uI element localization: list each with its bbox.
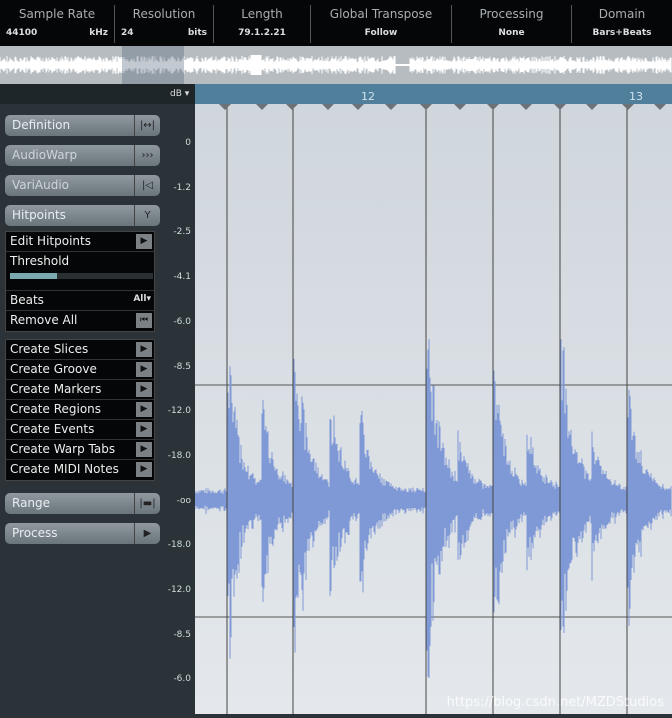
hitpoint-marker[interactable] <box>385 104 397 110</box>
create-action-create-slices[interactable]: Create Slices ▶ <box>6 340 154 360</box>
overview-waveform-graphic <box>0 55 672 75</box>
create-action-create-events[interactable]: Create Events ▶ <box>6 420 154 440</box>
create-action-create-markers[interactable]: Create Markers ▶ <box>6 380 154 400</box>
hitpoint-marker[interactable] <box>256 104 268 110</box>
hitpoint-marker[interactable] <box>352 104 364 110</box>
scale-unit-selector[interactable]: dB ▾ <box>165 84 195 104</box>
audiowarp-icon: ››› <box>134 145 160 166</box>
overview-waveform[interactable] <box>0 46 672 84</box>
threshold-control: Threshold <box>6 252 154 291</box>
play-icon: ▶ <box>136 462 152 477</box>
waveform-trace <box>194 333 672 692</box>
db-tick: -1.2 <box>173 182 191 193</box>
db-tick: -6.0 <box>173 674 191 685</box>
ruler-label: 13 <box>629 90 643 103</box>
play-icon: ▶ <box>136 422 152 437</box>
db-tick: -6.0 <box>173 316 191 327</box>
hitpoints-section-button[interactable]: Hitpoints Y <box>5 205 160 226</box>
info-bar: Sample Rate 44100 kHz Resolution 24 bits Len… <box>0 0 672 46</box>
create-actions-panel: Create Slices ▶ Create Groove ▶ Create Marke… <box>5 339 155 481</box>
remove-all-button[interactable]: Remove All ⏮ <box>6 311 154 331</box>
db-tick: -18.0 <box>167 450 191 461</box>
definition-icon: |↔| <box>134 115 160 136</box>
hitpoint-marker[interactable] <box>322 104 334 110</box>
variaudio-icon: |◁ <box>134 175 160 196</box>
overview-trace <box>0 55 672 75</box>
db-tick: -4.1 <box>173 272 191 283</box>
db-tick: -2.5 <box>173 227 191 238</box>
hitpoint-marker[interactable] <box>520 104 532 110</box>
watermark: https://blog.csdn.net/MZDStudios <box>446 695 664 710</box>
domain-field[interactable]: Domain Bars+Beats <box>572 5 672 43</box>
process-section-button[interactable]: Process ▶ <box>5 523 160 544</box>
play-icon: ▶ <box>136 342 152 357</box>
rewind-icon: ⏮ <box>136 313 152 328</box>
hitpoint-marker[interactable] <box>219 104 231 110</box>
db-tick: -oo <box>176 495 191 506</box>
processing-field[interactable]: Processing None <box>452 5 572 43</box>
audiowarp-section-button[interactable]: AudioWarp ››› <box>5 145 160 166</box>
range-icon: |▬| <box>134 493 160 514</box>
db-tick: -8.5 <box>173 361 191 372</box>
create-action-create-midi-notes[interactable]: Create MIDI Notes ▶ <box>6 460 154 480</box>
hitpoints-panel: Edit Hitpoints ▶ Threshold Beats All▾ Remo… <box>5 231 155 332</box>
hitpoint-marker[interactable] <box>420 104 432 110</box>
play-icon: ▶ <box>136 382 152 397</box>
cursor-icon: ▶ <box>136 234 152 249</box>
hitpoints-icon: Y <box>134 205 160 226</box>
sample-rate-field[interactable]: Sample Rate 44100 kHz <box>0 5 115 43</box>
db-tick: -12.0 <box>167 585 191 595</box>
db-tick: 0 <box>185 138 191 148</box>
db-tick: -8.5 <box>173 629 191 640</box>
play-icon: ▶ <box>136 402 152 417</box>
db-scale: 0 -1.2 -2.5 -4.1 -6.0 -8.5 -12.0 -18.0 -oo -18.0 -… <box>165 104 195 714</box>
ruler-label: 12 <box>361 90 375 103</box>
hitpoint-marker[interactable] <box>454 104 466 110</box>
threshold-slider[interactable] <box>10 273 153 279</box>
create-action-create-regions[interactable]: Create Regions ▶ <box>6 400 154 420</box>
waveform-graphic <box>194 104 672 714</box>
play-icon: ▶ <box>136 442 152 457</box>
create-action-create-warp-tabs[interactable]: Create Warp Tabs ▶ <box>6 440 154 460</box>
edit-hitpoints-button[interactable]: Edit Hitpoints ▶ <box>6 232 154 252</box>
play-icon: ▶ <box>134 523 160 544</box>
length-field[interactable]: Length 79.1.2.21 <box>214 5 311 43</box>
resolution-field[interactable]: Resolution 24 bits <box>115 5 214 43</box>
hitpoint-marker[interactable] <box>487 104 499 110</box>
inspector-header <box>0 84 165 104</box>
hitpoint-marker[interactable] <box>622 104 634 110</box>
range-section-button[interactable]: Range |▬| <box>5 493 160 514</box>
create-action-create-groove[interactable]: Create Groove ▶ <box>6 360 154 380</box>
db-tick: -12.0 <box>167 406 191 417</box>
db-tick: -18.0 <box>167 540 191 551</box>
waveform-display[interactable]: https://blog.csdn.net/MZDStudios <box>194 104 672 714</box>
timeline-ruler[interactable]: 12 13 <box>195 84 672 104</box>
hitpoint-marker[interactable] <box>554 104 566 110</box>
overview-view-range[interactable] <box>122 46 184 84</box>
global-transpose-field[interactable]: Global Transpose Follow <box>311 5 452 43</box>
threshold-slider-fill <box>10 273 58 279</box>
hitpoint-marker[interactable] <box>654 104 666 110</box>
play-icon: ▶ <box>136 362 152 377</box>
hitpoint-marker[interactable] <box>286 104 298 110</box>
hitpoint-marker[interactable] <box>586 104 598 110</box>
beats-filter[interactable]: Beats All▾ <box>6 291 154 311</box>
definition-section-button[interactable]: Definition |↔| <box>5 115 160 136</box>
variaudio-section-button[interactable]: VariAudio |◁ <box>5 175 160 196</box>
